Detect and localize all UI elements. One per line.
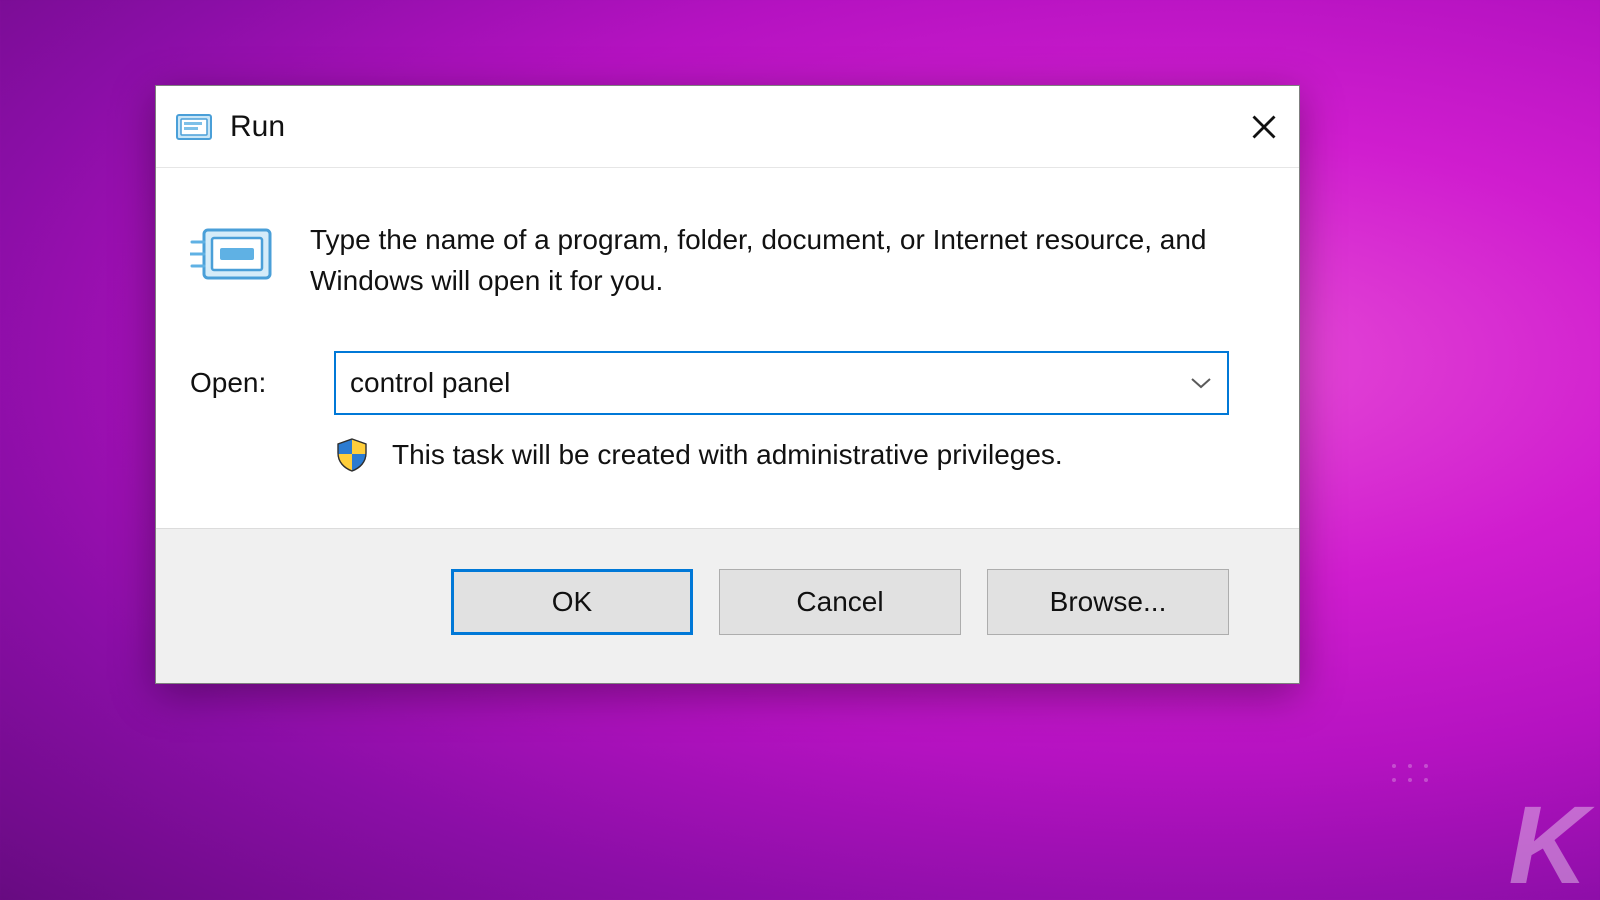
run-icon: [186, 218, 282, 290]
run-app-icon: [176, 110, 216, 144]
run-dialog: Run Type the name of a program, folder, …: [155, 85, 1300, 684]
ok-button[interactable]: OK: [451, 569, 693, 635]
open-label: Open:: [186, 367, 304, 399]
dialog-body: Type the name of a program, folder, docu…: [156, 168, 1299, 528]
cancel-button[interactable]: Cancel: [719, 569, 961, 635]
decorative-dots: [1392, 764, 1430, 782]
close-button[interactable]: [1229, 86, 1299, 168]
watermark-text: K: [1509, 802, 1582, 890]
admin-privileges-text: This task will be created with administr…: [392, 439, 1063, 471]
dialog-title: Run: [230, 110, 1229, 144]
open-combobox[interactable]: [334, 351, 1229, 415]
open-dropdown-button[interactable]: [1175, 353, 1227, 413]
browse-button[interactable]: Browse...: [987, 569, 1229, 635]
title-bar[interactable]: Run: [156, 86, 1299, 168]
chevron-down-icon: [1190, 376, 1212, 390]
uac-shield-icon: [334, 437, 370, 473]
open-input[interactable]: [336, 353, 1175, 413]
dialog-footer: OK Cancel Browse...: [156, 528, 1299, 683]
close-icon: [1250, 113, 1278, 141]
instruction-text: Type the name of a program, folder, docu…: [310, 218, 1229, 301]
